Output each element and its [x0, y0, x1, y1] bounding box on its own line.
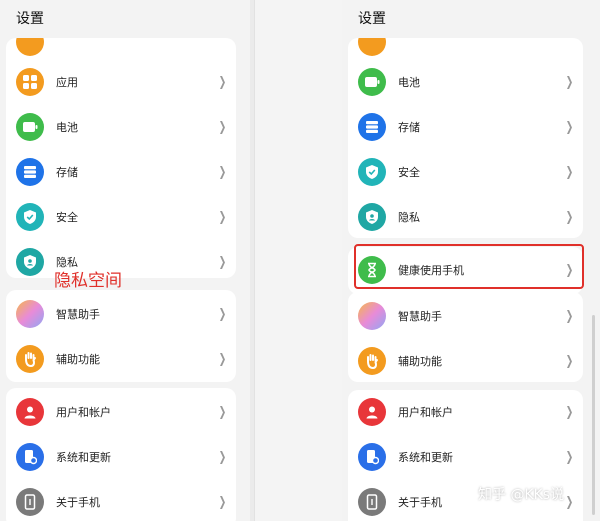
sidebar-item-security[interactable]: 安全 ❯ [6, 195, 236, 239]
chevron-right-icon: ❯ [565, 449, 574, 465]
chevron-right-icon: ❯ [218, 164, 227, 180]
item-label: 系统和更新 [398, 451, 453, 464]
phone-info-icon [16, 488, 44, 516]
settings-card: 电池 ❯ 存储 ❯ 安全 ❯ 隐私 ❯ [348, 38, 583, 238]
phone-info-icon [358, 488, 386, 516]
highlight-box [354, 244, 584, 289]
chevron-right-icon: ❯ [565, 308, 574, 324]
item-label: 辅助功能 [398, 355, 442, 368]
privacy-icon [16, 248, 44, 276]
item-label: 存储 [398, 121, 420, 134]
sidebar-item-privacy[interactable]: 隐私 ❯ [348, 195, 583, 238]
background-gap [250, 0, 343, 521]
item-label: 系统和更新 [56, 451, 111, 464]
item-label: 智慧助手 [398, 310, 442, 323]
sidebar-item-security[interactable]: 安全 ❯ [348, 150, 583, 194]
user-icon [16, 398, 44, 426]
annotation-label: 隐私空间 [54, 271, 122, 291]
privacy-icon [358, 203, 386, 231]
sidebar-item-assistant[interactable]: 智慧助手 ❯ [6, 292, 236, 336]
apps-icon [16, 68, 44, 96]
chevron-right-icon: ❯ [218, 494, 227, 510]
sidebar-item-storage[interactable]: 存储 ❯ [6, 150, 236, 194]
chevron-right-icon: ❯ [565, 353, 574, 369]
list-item-partial [348, 38, 583, 60]
shield-check-icon [358, 158, 386, 186]
item-label: 安全 [398, 166, 420, 179]
sidebar-item-storage[interactable]: 存储 ❯ [348, 105, 583, 149]
settings-card: 用户和帐户 ❯ 系统和更新 ❯ 关于手机 ❯ [6, 388, 236, 521]
chevron-right-icon: ❯ [218, 449, 227, 465]
user-icon [358, 398, 386, 426]
watermark: 知乎 @KKs说 [478, 487, 565, 503]
item-label: 关于手机 [56, 496, 100, 509]
hand-icon [358, 347, 386, 375]
settings-card: 智慧助手 ❯ 辅助功能 ❯ [348, 292, 583, 382]
sidebar-item-system[interactable]: 系统和更新 ❯ [6, 435, 236, 479]
storage-icon [358, 113, 386, 141]
chevron-right-icon: ❯ [565, 119, 574, 135]
shield-check-icon [16, 203, 44, 231]
sidebar-item-accessibility[interactable]: 辅助功能 ❯ [348, 339, 583, 382]
item-label: 用户和帐户 [398, 406, 453, 419]
sidebar-item-users[interactable]: 用户和帐户 ❯ [6, 390, 236, 434]
chevron-right-icon: ❯ [565, 404, 574, 420]
hand-icon [16, 345, 44, 373]
item-label: 电池 [56, 121, 78, 134]
chevron-right-icon: ❯ [218, 209, 227, 225]
item-label: 隐私 [398, 211, 420, 224]
chevron-right-icon: ❯ [218, 254, 227, 270]
sidebar-item-users[interactable]: 用户和帐户 ❯ [348, 390, 583, 434]
sidebar-item-apps[interactable]: 应用 ❯ [6, 60, 236, 104]
item-label: 关于手机 [398, 496, 442, 509]
assistant-icon [16, 300, 44, 328]
chevron-right-icon: ❯ [218, 306, 227, 322]
sidebar-item-accessibility[interactable]: 辅助功能 ❯ [6, 337, 236, 381]
chevron-right-icon: ❯ [565, 494, 574, 510]
chevron-right-icon: ❯ [565, 209, 574, 225]
page-title: 设置 [358, 11, 386, 27]
item-label: 辅助功能 [56, 353, 100, 366]
item-label: 存储 [56, 166, 78, 179]
item-label: 智慧助手 [56, 308, 100, 321]
item-label: 安全 [56, 211, 78, 224]
system-update-icon [16, 443, 44, 471]
sidebar-item-system[interactable]: 系统和更新 ❯ [348, 435, 583, 479]
battery-icon [358, 68, 386, 96]
sidebar-item-assistant[interactable]: 智慧助手 ❯ [348, 294, 583, 338]
chevron-right-icon: ❯ [565, 164, 574, 180]
sidebar-item-battery[interactable]: 电池 ❯ [348, 60, 583, 104]
battery-icon [16, 113, 44, 141]
left-settings-panel: 设置 应用 ❯ 电池 ❯ 存储 ❯ 安全 ❯ 隐私 ❯ 智慧助手 ❯ 辅助功能 … [0, 0, 250, 521]
chevron-right-icon: ❯ [218, 74, 227, 90]
sidebar-item-about[interactable]: 关于手机 ❯ [6, 480, 236, 521]
chevron-right-icon: ❯ [218, 351, 227, 367]
item-label: 应用 [56, 76, 78, 89]
settings-card: 应用 ❯ 电池 ❯ 存储 ❯ 安全 ❯ 隐私 ❯ [6, 38, 236, 278]
sidebar-item-battery[interactable]: 电池 ❯ [6, 105, 236, 149]
chevron-right-icon: ❯ [565, 74, 574, 90]
item-label: 用户和帐户 [56, 406, 111, 419]
system-update-icon [358, 443, 386, 471]
scrollbar[interactable] [592, 315, 595, 515]
item-label: 电池 [398, 76, 420, 89]
assistant-icon [358, 302, 386, 330]
partial-icon [358, 38, 386, 56]
chevron-right-icon: ❯ [218, 404, 227, 420]
storage-icon [16, 158, 44, 186]
settings-card: 智慧助手 ❯ 辅助功能 ❯ [6, 290, 236, 382]
partial-icon [16, 38, 44, 56]
chevron-right-icon: ❯ [218, 119, 227, 135]
page-title: 设置 [16, 11, 44, 27]
list-item-partial [6, 38, 236, 60]
